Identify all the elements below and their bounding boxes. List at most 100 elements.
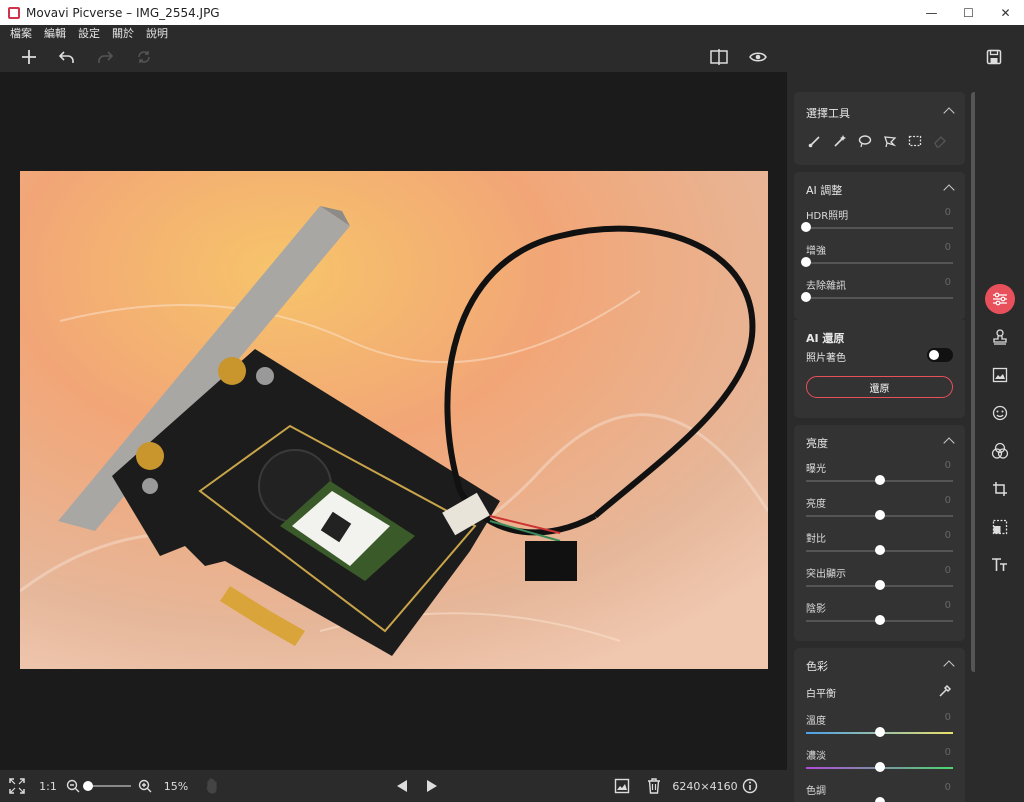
eyedropper-icon[interactable] bbox=[938, 684, 952, 698]
brush-icon[interactable] bbox=[808, 134, 822, 148]
panel-title: 選擇工具 bbox=[806, 107, 850, 120]
slider-value: 0 bbox=[944, 712, 951, 723]
crop-icon[interactable] bbox=[985, 474, 1015, 504]
slider-row: HDR照明 0 bbox=[801, 207, 953, 232]
slider-track[interactable] bbox=[806, 297, 953, 299]
minimize-button[interactable]: — bbox=[913, 0, 950, 25]
photo bbox=[20, 171, 768, 669]
menu-edit[interactable]: 編輯 bbox=[44, 25, 66, 41]
slider-track[interactable] bbox=[806, 227, 953, 229]
window-title: Movavi Picverse – IMG_2554.JPG bbox=[26, 5, 220, 20]
slider-handle[interactable] bbox=[874, 762, 885, 772]
zoom-in-icon[interactable] bbox=[135, 770, 155, 802]
zoom-out-icon[interactable] bbox=[63, 770, 83, 802]
redo-icon[interactable] bbox=[93, 45, 117, 69]
collapse-chevron-icon[interactable] bbox=[943, 184, 955, 196]
hand-tool-icon[interactable] bbox=[197, 770, 227, 802]
slider-handle[interactable] bbox=[874, 545, 885, 555]
delete-icon[interactable] bbox=[638, 770, 670, 802]
colorize-toggle[interactable] bbox=[927, 348, 953, 362]
slider-value: 0 bbox=[944, 565, 951, 576]
slider-label: 曝光 bbox=[806, 464, 826, 475]
preview-eye-icon[interactable] bbox=[746, 45, 770, 69]
white-balance-label: 白平衡 bbox=[806, 689, 836, 700]
open-image-icon[interactable] bbox=[606, 770, 638, 802]
collapse-chevron-icon[interactable] bbox=[943, 107, 955, 119]
info-icon[interactable] bbox=[740, 770, 760, 802]
text-icon[interactable] bbox=[985, 550, 1015, 580]
slider-handle[interactable] bbox=[874, 580, 885, 590]
filters-icon[interactable] bbox=[985, 436, 1015, 466]
close-button[interactable]: ✕ bbox=[987, 0, 1024, 25]
add-icon[interactable] bbox=[17, 45, 41, 69]
slider-label: 突出顯示 bbox=[806, 569, 846, 580]
slider-handle[interactable] bbox=[874, 727, 885, 737]
slider-value: 0 bbox=[944, 600, 951, 611]
slider-label: 亮度 bbox=[806, 499, 826, 510]
fit-screen-icon[interactable] bbox=[0, 770, 33, 802]
slider-handle[interactable] bbox=[874, 615, 885, 625]
maximize-button[interactable]: ☐ bbox=[950, 0, 987, 25]
slider-value: 0 bbox=[944, 242, 951, 253]
slider-row: 去除雜訊 0 bbox=[801, 277, 953, 302]
next-image-icon[interactable] bbox=[417, 770, 447, 802]
compare-icon[interactable] bbox=[707, 45, 731, 69]
rectangle-select-icon[interactable] bbox=[908, 134, 922, 148]
slider-track[interactable] bbox=[806, 262, 953, 264]
title-bar: Movavi Picverse – IMG_2554.JPG — ☐ ✕ bbox=[0, 0, 1024, 25]
slider-handle[interactable] bbox=[801, 292, 811, 302]
color-panel: 色彩 白平衡 溫度 0 濃淡 0 色調 0 bbox=[794, 648, 965, 802]
slider-row: 增強 0 bbox=[801, 242, 953, 267]
stamp-icon[interactable] bbox=[985, 322, 1015, 352]
previous-image-icon[interactable] bbox=[387, 770, 417, 802]
panel-title: AI 還原 bbox=[806, 332, 845, 345]
slider-handle[interactable] bbox=[801, 257, 811, 267]
collapse-chevron-icon[interactable] bbox=[943, 437, 955, 449]
slider-value: 0 bbox=[944, 782, 951, 793]
slider-row: 濃淡 0 bbox=[806, 747, 953, 772]
slider-handle[interactable] bbox=[801, 222, 811, 232]
panel-title: 色彩 bbox=[806, 660, 828, 673]
brightness-panel: 亮度 曝光 0 亮度 0 對比 0 突出顯示 0 陰影 0 bbox=[794, 425, 965, 641]
polygon-lasso-icon[interactable] bbox=[883, 134, 897, 148]
reset-icon[interactable] bbox=[132, 45, 156, 69]
lasso-icon[interactable] bbox=[858, 134, 872, 148]
undo-icon[interactable] bbox=[55, 45, 79, 69]
slider-handle[interactable] bbox=[874, 475, 885, 485]
face-retouch-icon[interactable] bbox=[985, 398, 1015, 428]
menu-help[interactable]: 說明 bbox=[146, 25, 168, 41]
menu-bar: 檔案 編輯 設定 關於 說明 bbox=[0, 25, 1024, 41]
collapse-chevron-icon[interactable] bbox=[943, 660, 955, 672]
slider-label: 對比 bbox=[806, 534, 826, 545]
image-canvas[interactable] bbox=[0, 72, 787, 770]
slider-label: 溫度 bbox=[806, 716, 826, 727]
resize-icon[interactable] bbox=[985, 512, 1015, 542]
zoom-slider[interactable] bbox=[83, 770, 135, 802]
image-dimensions: 6240×4160 bbox=[672, 779, 738, 793]
slider-row: 亮度 0 bbox=[806, 495, 953, 520]
restore-button[interactable]: 還原 bbox=[806, 376, 953, 398]
adjust-sliders-icon[interactable] bbox=[985, 284, 1015, 314]
slider-handle[interactable] bbox=[874, 797, 885, 802]
magic-wand-icon[interactable] bbox=[833, 134, 847, 148]
zoom-level: 15% bbox=[163, 779, 189, 793]
menu-settings[interactable]: 設定 bbox=[78, 25, 100, 41]
panel-title: AI 調整 bbox=[806, 184, 843, 197]
eraser-icon[interactable] bbox=[933, 134, 947, 148]
menu-about[interactable]: 關於 bbox=[112, 25, 134, 41]
slider-value: 0 bbox=[944, 460, 951, 471]
save-icon[interactable] bbox=[982, 45, 1006, 69]
slider-handle[interactable] bbox=[874, 510, 885, 520]
slider-value: 0 bbox=[944, 207, 951, 218]
slider-label: 增強 bbox=[806, 246, 826, 257]
slider-row: 溫度 0 bbox=[806, 712, 953, 737]
toolbar bbox=[0, 41, 1024, 72]
menu-file[interactable]: 檔案 bbox=[10, 25, 32, 41]
slider-label: 色調 bbox=[806, 786, 826, 797]
ai-adjust-panel: AI 調整 HDR照明 0 增強 0 去除雜訊 0 bbox=[794, 172, 965, 320]
slider-row: 陰影 0 bbox=[806, 600, 953, 625]
actual-size-button[interactable]: 1:1 bbox=[33, 770, 63, 802]
bottom-bar: 1:1 15% 6240×4160 bbox=[0, 770, 787, 802]
background-icon[interactable] bbox=[985, 360, 1015, 390]
slider-value: 0 bbox=[944, 277, 951, 288]
